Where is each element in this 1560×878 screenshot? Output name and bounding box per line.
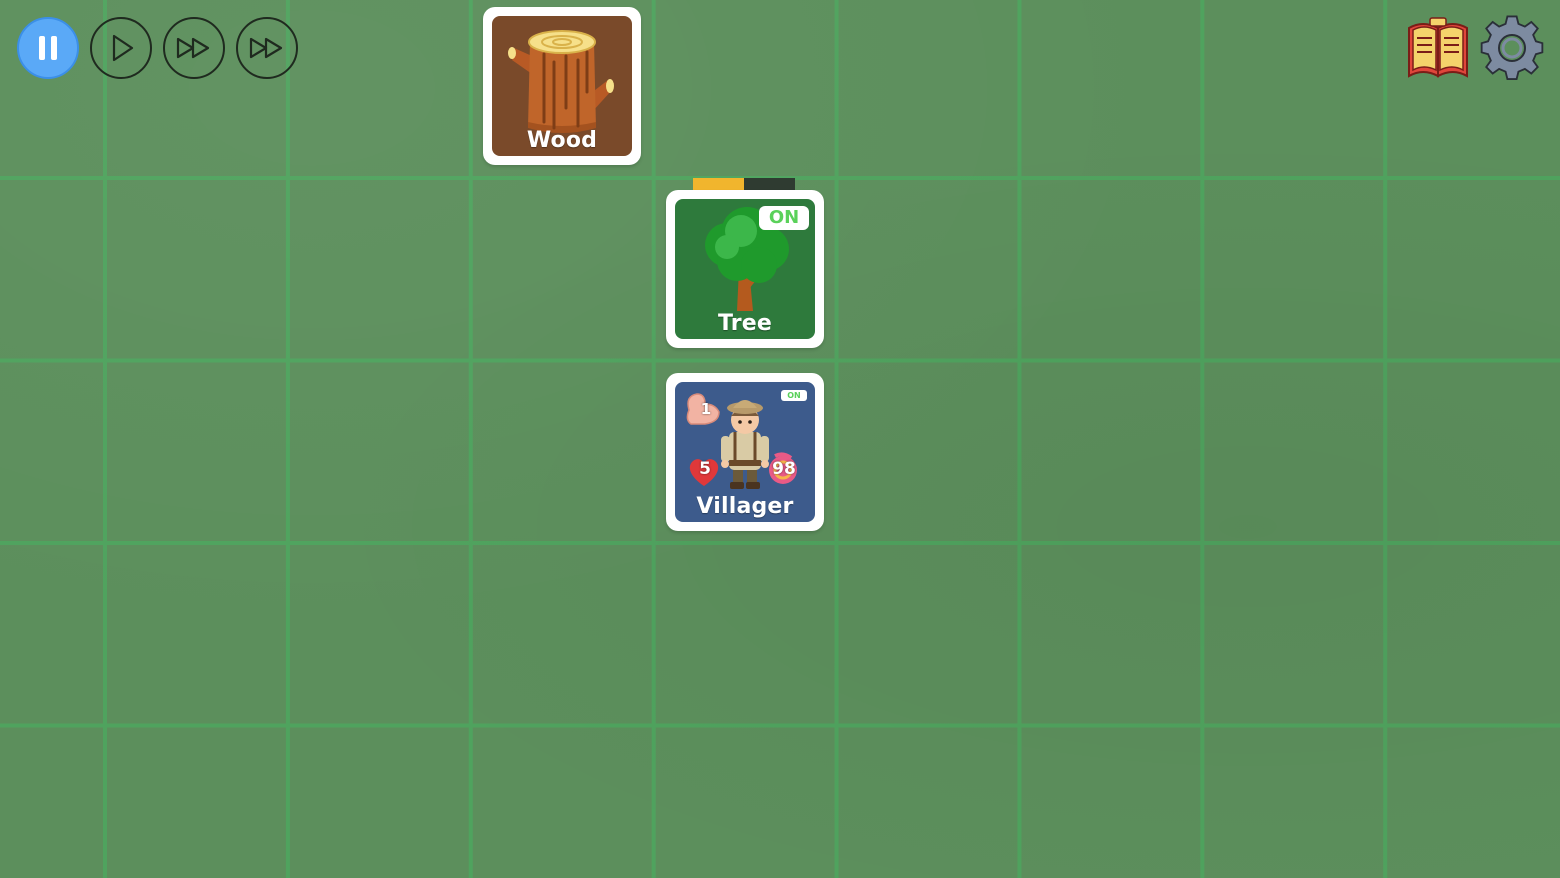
villager-status-badge[interactable]: ON [781,390,807,401]
tree-card-label: Tree [717,311,773,336]
faster-forward-button[interactable] [236,17,298,79]
tree-status-badge[interactable]: ON [759,206,809,230]
fast-forward-button[interactable] [163,17,225,79]
fast-forward-icon [249,37,283,59]
villager-food-value: 98 [772,459,796,479]
tree-progress-bar [693,178,795,190]
villager-card-face: ON 1 5 98 Villager [675,382,815,522]
play-icon [112,34,134,62]
wood-card-label: Wood [526,128,598,153]
settings-button[interactable] [1479,14,1545,80]
villager-health-value: 5 [699,459,711,479]
tree-card-face: ON Tree [675,199,815,339]
pause-icon [39,36,57,60]
villager-strength-value: 1 [700,400,712,418]
tree-card[interactable]: ON Tree [666,190,824,348]
gear-icon [1480,15,1544,80]
fast-forward-icon [176,37,210,59]
wood-card[interactable]: Wood [483,7,641,165]
tree-progress-fill [693,178,744,190]
villager-card[interactable]: ON 1 5 98 Villager [666,373,824,531]
villager-card-label: Villager [696,494,794,519]
pause-button[interactable] [17,17,79,79]
wood-card-face: Wood [492,16,632,156]
play-button[interactable] [90,17,152,79]
book-icon [1408,17,1468,78]
book-button[interactable] [1405,14,1471,80]
game-board[interactable]: Wood ON Tree ON 1 5 98 Villager [0,0,1560,878]
